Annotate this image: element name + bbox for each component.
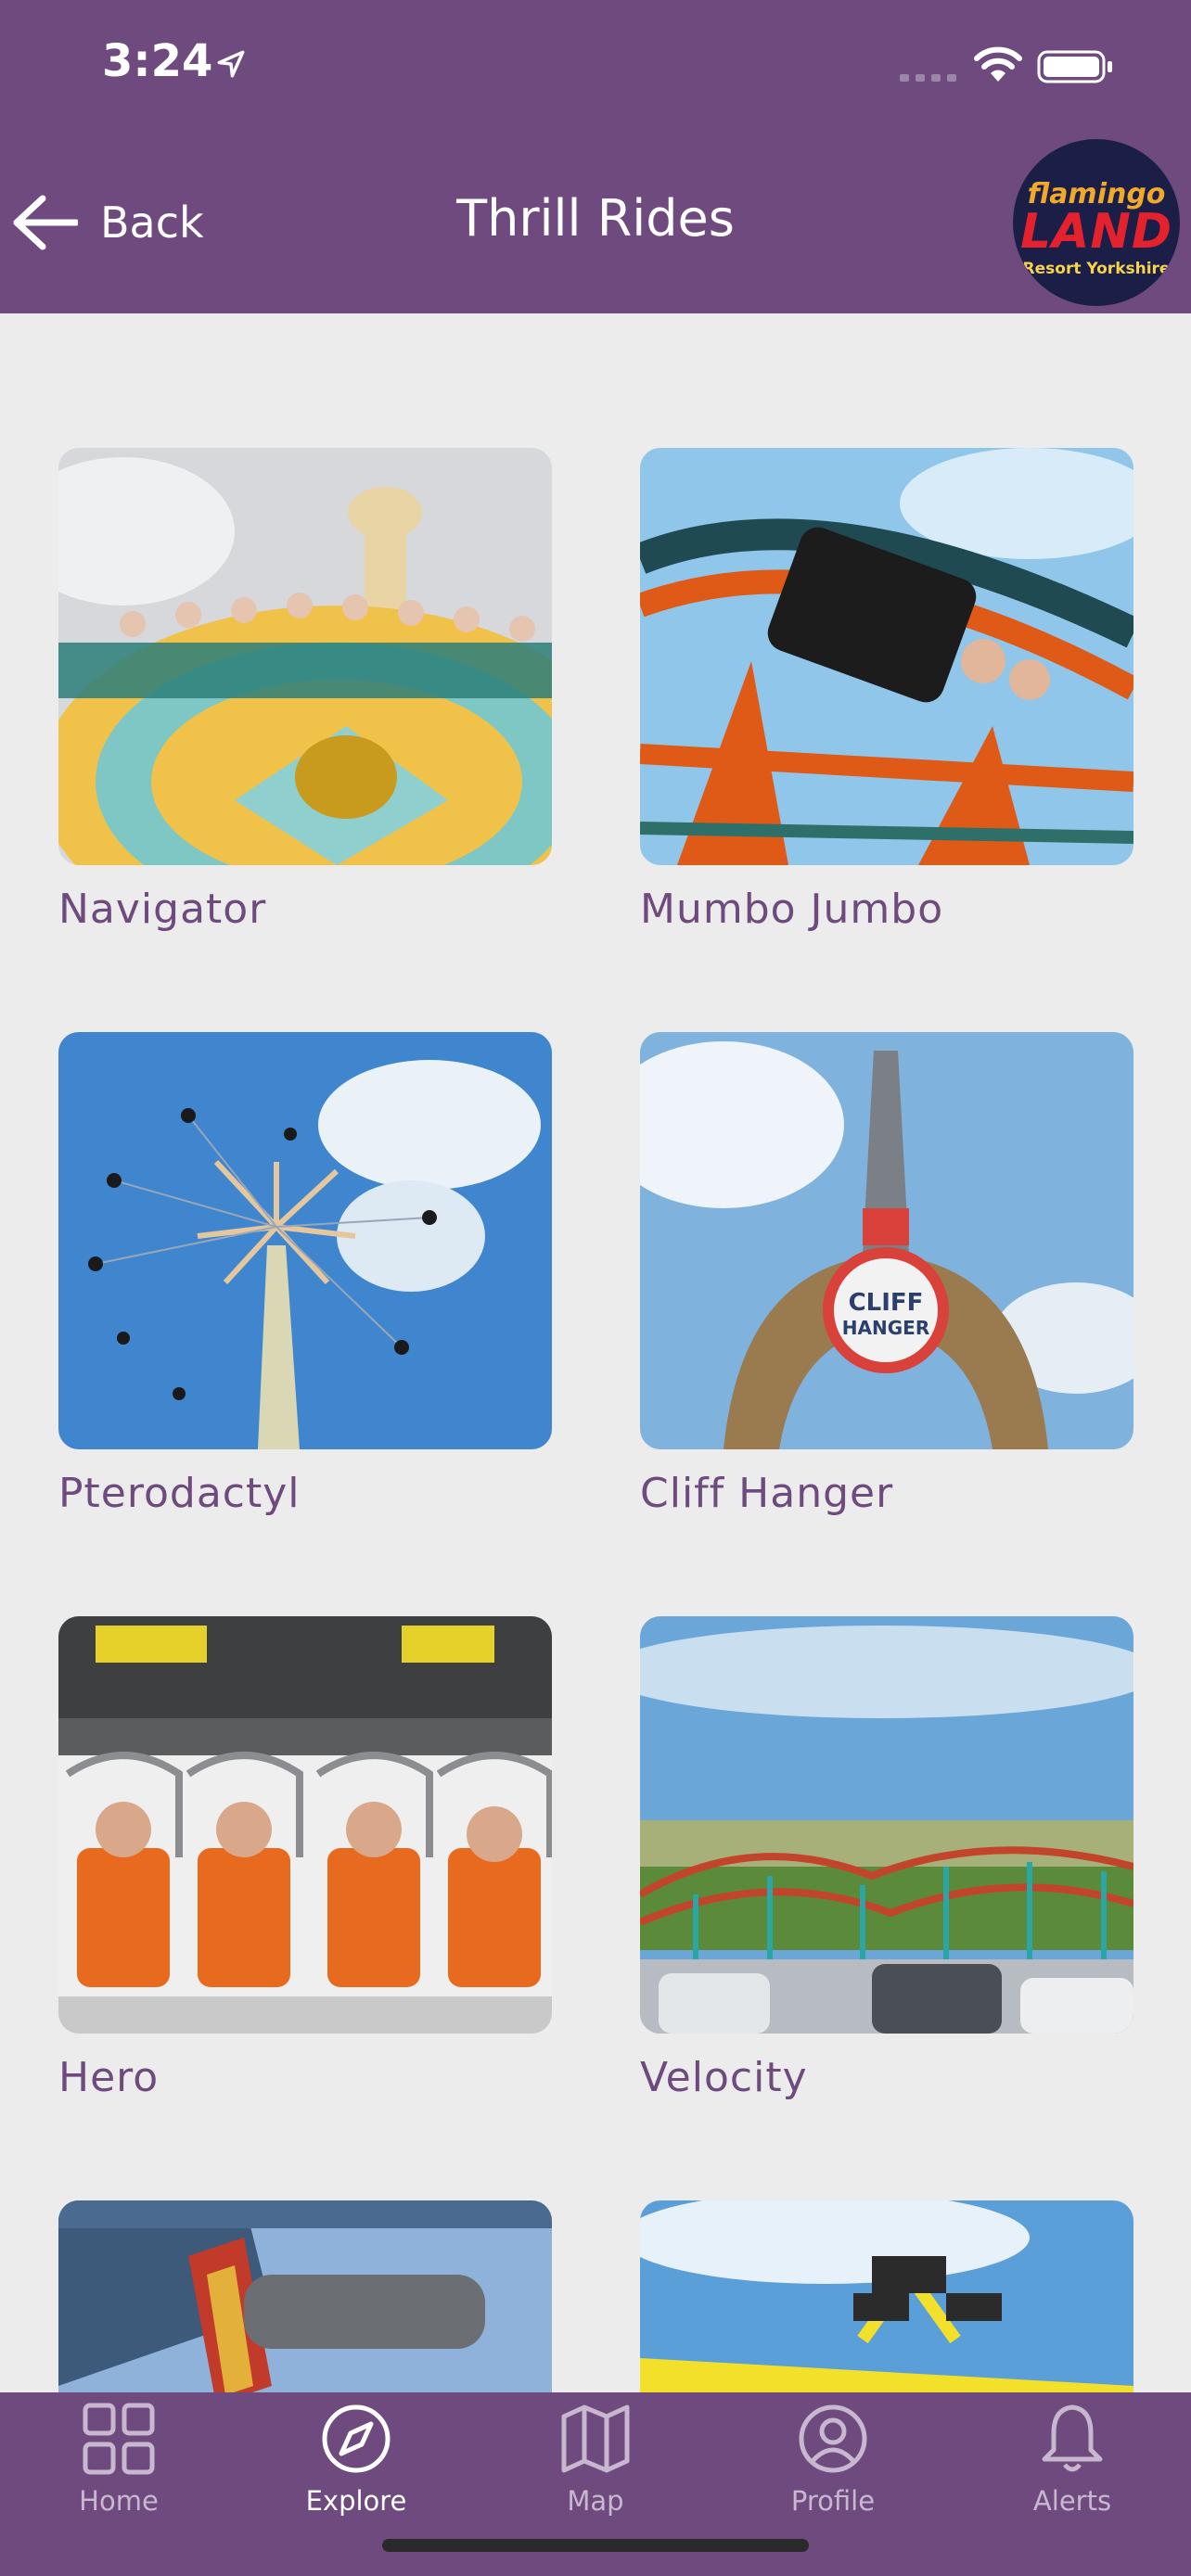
ride-card-hero[interactable]: Hero xyxy=(58,1616,552,2101)
ride-card-navigator[interactable]: Navigator xyxy=(58,448,552,933)
flamingo-land-logo[interactable]: flamingo LAND Resort Yorkshire xyxy=(1013,139,1180,306)
ride-label: Pterodactyl xyxy=(58,1470,301,1517)
ride-label: Cliff Hanger xyxy=(640,1470,894,1517)
tab-alerts[interactable]: Alerts xyxy=(954,2392,1191,2541)
status-time: 3:24 xyxy=(102,35,213,87)
ride-image-hero xyxy=(58,1616,552,2034)
status-bar: 3:24 xyxy=(0,0,1191,130)
ride-image-8 xyxy=(640,2200,1133,2392)
ride-image-mumbo-jumbo xyxy=(640,448,1133,865)
ride-image-pterodactyl xyxy=(58,1032,552,1449)
bell-icon xyxy=(1042,2404,1103,2472)
svg-text:CLIFF: CLIFF xyxy=(849,1289,924,1317)
ride-image-navigator xyxy=(58,448,552,865)
ride-card-cliff-hanger[interactable]: CLIFF HANGER Cliff Hanger xyxy=(640,1032,1133,1517)
ride-label: Velocity xyxy=(640,2054,808,2101)
wifi-icon xyxy=(974,46,1022,82)
tab-label: Home xyxy=(79,2485,159,2517)
logo-text-land: LAND xyxy=(1019,204,1173,260)
battery-icon xyxy=(1037,50,1112,83)
ride-card-pterodactyl[interactable]: Pterodactyl xyxy=(58,1032,552,1517)
ride-card-8[interactable] xyxy=(640,2200,1133,2392)
logo-text-resort: Resort Yorkshire xyxy=(1022,260,1171,278)
ride-card-velocity[interactable]: Velocity xyxy=(640,1616,1133,2101)
svg-text:HANGER: HANGER xyxy=(842,1317,929,1339)
ride-image-velocity xyxy=(640,1616,1133,2034)
ride-card-mumbo-jumbo[interactable]: Mumbo Jumbo xyxy=(640,448,1133,933)
ride-label: Hero xyxy=(58,2054,160,2101)
home-indicator[interactable] xyxy=(382,2539,809,2552)
tab-profile[interactable]: Profile xyxy=(714,2392,952,2541)
tab-label: Map xyxy=(567,2485,624,2517)
rides-grid: Navigator Mumbo Jumbo Pterodactyl CLIFF … xyxy=(0,313,1191,2392)
profile-icon xyxy=(799,2404,867,2473)
ride-image-cliff-hanger: CLIFF HANGER xyxy=(640,1032,1133,1449)
tab-home[interactable]: Home xyxy=(0,2392,237,2541)
ride-label: Mumbo Jumbo xyxy=(640,886,944,933)
map-icon xyxy=(561,2404,630,2473)
tab-label: Explore xyxy=(305,2485,407,2517)
ride-label: Navigator xyxy=(58,886,267,933)
tab-explore[interactable]: Explore xyxy=(237,2392,475,2541)
ride-image-7 xyxy=(58,2200,552,2392)
navigation-bar: Back Thrill Rides flamingo LAND Resort Y… xyxy=(0,130,1191,313)
compass-icon xyxy=(322,2404,391,2473)
location-arrow-icon xyxy=(217,50,245,78)
tab-label: Alerts xyxy=(1032,2485,1112,2517)
cellular-signal-icon xyxy=(900,74,956,82)
tab-map[interactable]: Map xyxy=(477,2392,714,2541)
ride-card-7[interactable] xyxy=(58,2200,552,2392)
grid-icon xyxy=(83,2403,155,2475)
tab-label: Profile xyxy=(790,2485,876,2517)
